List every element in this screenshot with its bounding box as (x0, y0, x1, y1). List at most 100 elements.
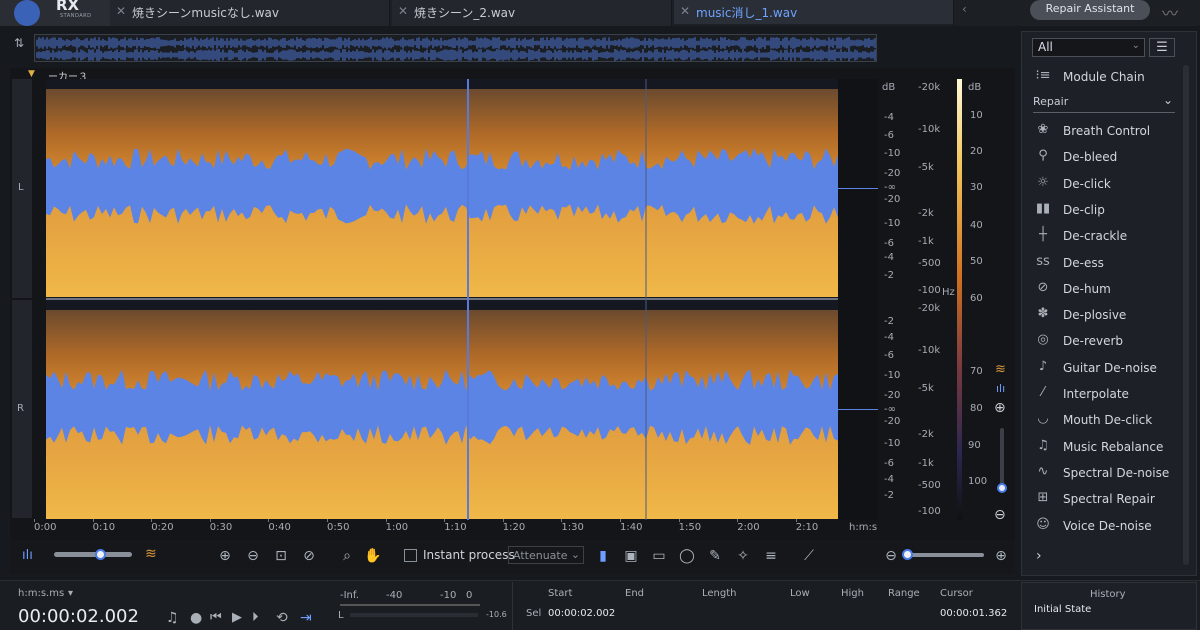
close-icon[interactable]: ✕ (398, 4, 408, 18)
col-end: End (625, 588, 645, 599)
zoom-selection-icon[interactable]: ⊡ (270, 545, 292, 567)
loop-icon[interactable]: ⟲ (276, 610, 288, 626)
hz-tick: -500 (918, 258, 941, 269)
colorbar-tick: 50 (970, 256, 983, 267)
guitar-icon: ♪ (1038, 358, 1048, 374)
module-label: De-plosive (1063, 308, 1127, 323)
tab-scroll-left-icon[interactable]: ‹ (962, 2, 967, 16)
logo-text: RX (56, 0, 80, 14)
zoom-in-icon[interactable]: ⊕ (214, 545, 236, 567)
status-bar (0, 580, 1200, 630)
repair-assistant-button[interactable]: Repair Assistant (1030, 0, 1150, 20)
time-ruler[interactable]: 0:00 0:10 0:20 0:30 0:40 0:50 1:00 1:10 1:20 1:30… (34, 519, 884, 536)
pencil-icon[interactable]: ⟋ (798, 545, 820, 567)
center-line-r (838, 409, 878, 410)
meter-peak: -10.6 (486, 610, 507, 619)
time-tick-mark (444, 519, 446, 522)
time-tick-mark (34, 519, 35, 522)
signal-icon: 〰 (1162, 4, 1179, 23)
close-icon[interactable]: ✕ (116, 4, 126, 18)
colorbar-tick: 20 (970, 146, 983, 157)
db-tick: -6 (884, 238, 894, 249)
channel-l-spectrum (46, 89, 838, 297)
colorbar-tick: 40 (970, 220, 983, 231)
time-freq-select-icon[interactable]: ▭ (648, 545, 670, 567)
scroll-follow-icon[interactable]: ⇥ (300, 610, 312, 626)
zoom-out-horizontal-icon[interactable]: ⊖ (880, 545, 902, 567)
vertical-zoom-handle[interactable] (997, 483, 1007, 493)
marker-icon[interactable]: ▼ (28, 69, 35, 79)
opacity-slider[interactable] (54, 552, 132, 557)
zoom-out-vertical-icon[interactable]: ⊖ (994, 507, 1006, 523)
logo-icon (14, 0, 40, 26)
clip-icon: ▮▮ (1035, 200, 1051, 216)
zoom-in-vertical-icon[interactable]: ⊕ (994, 400, 1006, 416)
search-icon[interactable]: ⌕ (336, 545, 358, 567)
db-tick: -6 (884, 458, 894, 469)
module-label: De-reverb (1063, 334, 1124, 349)
file-tab-3[interactable]: ✕ music消し_1.wav (674, 0, 954, 26)
lasso-icon[interactable]: ◯ (676, 545, 698, 567)
waveform-view-icon[interactable]: ılı (996, 382, 1005, 395)
process-mode-select[interactable]: Attenuate ⌄ (508, 546, 584, 564)
file-tab-2[interactable]: ✕ 焼きシーン_2.wav (392, 0, 672, 26)
hz-tick: -10k (918, 345, 941, 356)
time-tick-mark (268, 519, 270, 522)
time-tick-mark (620, 519, 621, 522)
waveform-overview[interactable] (34, 34, 877, 62)
hz-tick: -10k (918, 124, 941, 135)
zoom-fit-icon[interactable]: ⊘ (298, 545, 320, 567)
horizontal-zoom-slider[interactable] (904, 553, 984, 557)
sel-start-value[interactable]: 00:00:02.002 (548, 608, 615, 619)
time-tick: 0:30 (209, 522, 233, 533)
file-tab-1[interactable]: ✕ 焼きシーンmusicなし.wav (110, 0, 390, 26)
record-icon[interactable]: ● (190, 610, 202, 626)
db-tick: -4 (884, 332, 894, 343)
expand-panel-icon[interactable]: › (1036, 548, 1042, 564)
brush-icon[interactable]: ✎ (704, 545, 726, 567)
instant-process-label: Instant process (423, 548, 515, 562)
opacity-slider-handle[interactable] (95, 549, 106, 560)
db-tick: -2 (884, 270, 894, 281)
time-tick: 1:50 (678, 522, 702, 533)
time-format-label[interactable]: h:m:s.ms (18, 588, 64, 599)
hz-unit: Hz (942, 287, 955, 298)
colorbar-tick: 30 (970, 182, 983, 193)
skip-back-icon[interactable]: ⏮ (210, 610, 222, 625)
module-label: Mouth De-click (1063, 413, 1153, 428)
chevron-down-icon: ⌄ (1162, 93, 1173, 107)
close-icon[interactable]: ✕ (680, 4, 690, 18)
freq-select-icon[interactable]: ▣ (620, 545, 642, 567)
zoom-in-horizontal-icon[interactable]: ⊕ (990, 545, 1012, 567)
spectrogram[interactable] (46, 79, 838, 520)
repair-section-header[interactable]: Repair ⌄ (1033, 93, 1175, 113)
magic-wand-icon[interactable]: ✧ (732, 545, 754, 567)
play-icon[interactable]: ▶ (232, 610, 242, 625)
module-filter-select[interactable]: All ⌄ (1032, 38, 1145, 57)
waveform-icon[interactable]: ılı (22, 548, 33, 563)
colorbar-unit: dB (968, 82, 982, 93)
spectrogram-view-icon[interactable]: ≋ (995, 362, 1006, 377)
meter-scale (340, 604, 480, 606)
time-tick-mark (502, 519, 504, 522)
menu-icon[interactable]: ☰ (1149, 38, 1175, 57)
spectrogram-icon[interactable]: ≋ (145, 546, 157, 562)
panel-scrollbar[interactable] (1183, 65, 1189, 565)
db-tick: -∞ (884, 182, 896, 193)
play-selection-icon[interactable]: ⏵ (252, 610, 259, 625)
time-tick: 0:10 (92, 522, 116, 533)
vertical-zoom-slider[interactable] (1000, 428, 1004, 490)
chevron-down-icon[interactable]: ▾ (68, 588, 73, 599)
time-tick-mark (151, 519, 153, 522)
horizontal-zoom-handle[interactable] (902, 549, 913, 560)
history-item[interactable]: Initial State (1034, 604, 1091, 615)
headphones-icon[interactable]: ♫ (166, 610, 179, 626)
collapse-icon[interactable]: ⇅ (14, 36, 24, 50)
section-label: Repair (1033, 95, 1069, 108)
harmonic-select-icon[interactable]: ≡ (760, 545, 782, 567)
zoom-out-icon[interactable]: ⊖ (242, 545, 264, 567)
instant-process-checkbox[interactable] (404, 549, 417, 562)
breath-icon: ❀ (1037, 122, 1049, 137)
hand-icon[interactable]: ✋ (362, 545, 384, 567)
time-select-icon[interactable]: ▮ (592, 545, 614, 567)
